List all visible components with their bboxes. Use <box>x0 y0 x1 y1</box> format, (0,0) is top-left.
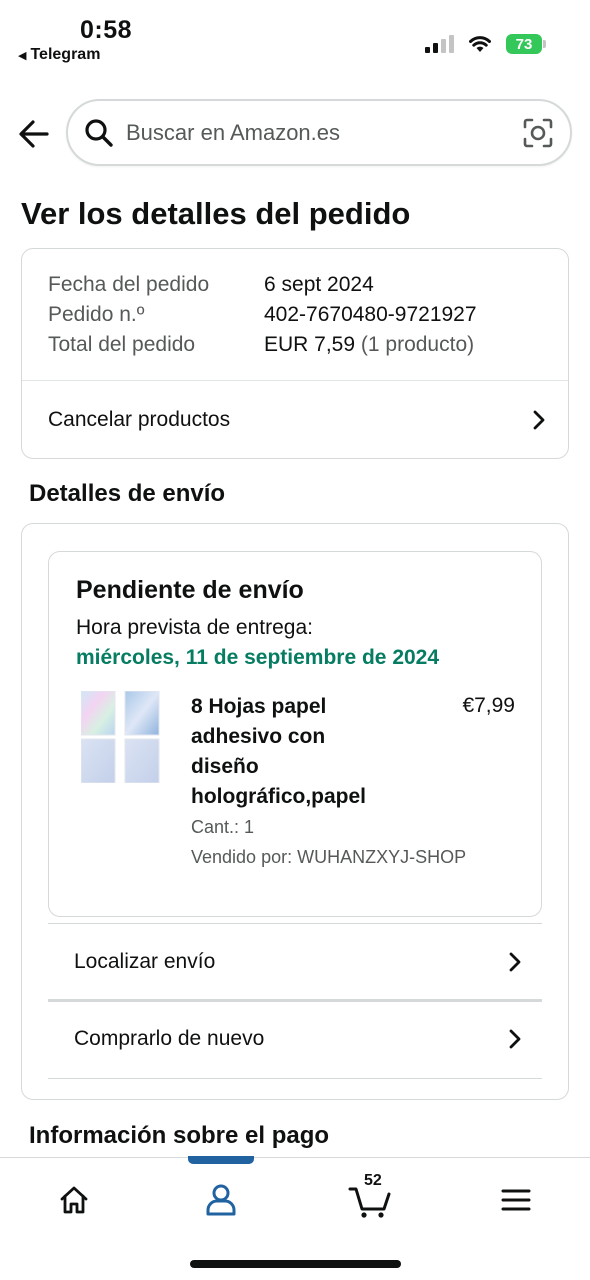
back-arrow-icon[interactable] <box>14 114 54 154</box>
back-app-label: Telegram <box>30 46 101 63</box>
product-price: €7,99 <box>462 694 515 717</box>
shipping-card: Pendiente de envío Hora prevista de entr… <box>21 523 569 1100</box>
buy-again-label: Comprarlo de nuevo <box>74 1026 265 1050</box>
chevron-right-icon <box>509 1029 521 1048</box>
product-quantity: Cant.: 1 <box>191 817 255 837</box>
chevron-right-icon <box>509 952 521 971</box>
cart-count-badge: 52 <box>364 1172 382 1189</box>
battery-icon: 73 <box>506 34 546 54</box>
home-indicator[interactable] <box>190 1260 401 1268</box>
menu-icon <box>501 1189 531 1211</box>
order-total-items: (1 producto) <box>360 333 475 356</box>
track-shipment-label: Localizar envío <box>74 949 216 973</box>
battery-level: 73 <box>515 35 533 53</box>
product-title-line: adhesivo con <box>191 725 326 748</box>
page-title: Ver los detalles del pedido <box>21 196 411 231</box>
order-number-value: 402-7670480-9721927 <box>264 303 477 326</box>
payment-section-title: Información sobre el pago <box>29 1122 330 1149</box>
account-icon <box>206 1184 236 1216</box>
cancel-products-label: Cancelar productos <box>48 408 231 431</box>
order-number-label: Pedido n.º <box>48 303 145 326</box>
active-tab-indicator <box>188 1156 254 1164</box>
product-title-line: diseño <box>191 755 259 778</box>
camera-search-icon[interactable] <box>522 117 554 149</box>
status-time: 0:58 <box>80 16 133 44</box>
nav-menu[interactable] <box>486 1174 546 1226</box>
cancel-products-button[interactable]: Cancelar productos <box>48 381 550 459</box>
order-total-amount: EUR 7,59 <box>264 333 356 356</box>
product-title-line: 8 Hojas papel <box>191 695 327 718</box>
order-date-label: Fecha del pedido <box>48 273 210 296</box>
home-icon <box>60 1186 88 1214</box>
order-number-row: Pedido n.º 402-7670480-9721927 <box>48 303 477 327</box>
shipping-section-title: Detalles de envío <box>29 480 226 507</box>
back-to-app-link[interactable]: ◀ Telegram <box>18 46 100 64</box>
delivery-date: miércoles, 11 de septiembre de 2024 <box>76 646 440 669</box>
search-icon <box>85 118 113 147</box>
order-summary-card: Fecha del pedido 6 sept 2024 Pedido n.º … <box>21 248 569 459</box>
order-total-label: Total del pedido <box>48 333 196 356</box>
wifi-icon <box>469 36 491 52</box>
buy-again-button[interactable]: Comprarlo de nuevo <box>48 999 542 1075</box>
product-title-line: holográfico,papel <box>191 785 367 808</box>
nav-home[interactable] <box>44 1174 104 1226</box>
back-triangle-icon: ◀ <box>18 49 27 62</box>
product-image[interactable] <box>81 691 161 783</box>
product-seller: Vendido por: WUHANZXYJ-SHOP <box>191 847 467 867</box>
status-indicators: 73 <box>425 34 546 54</box>
track-shipment-button[interactable]: Localizar envío <box>48 923 542 999</box>
product-title[interactable]: 8 Hojas papel adhesivo con diseño hologr… <box>191 692 411 812</box>
shipment-status: Pendiente de envío <box>76 576 304 604</box>
search-input[interactable] <box>126 119 522 146</box>
shipment-item-card: Pendiente de envío Hora prevista de entr… <box>48 551 542 917</box>
order-date-row: Fecha del pedido 6 sept 2024 <box>48 273 374 297</box>
order-total-row: Total del pedido EUR 7,59 (1 producto) <box>48 333 474 357</box>
order-total-value: EUR 7,59 (1 producto) <box>264 333 474 357</box>
delivery-label: Hora prevista de entrega: <box>76 616 313 639</box>
cellular-signal-icon <box>425 35 454 53</box>
divider <box>48 1078 542 1079</box>
nav-account[interactable] <box>191 1174 251 1226</box>
chevron-right-icon <box>533 410 545 430</box>
order-date-value: 6 sept 2024 <box>264 273 374 296</box>
search-bar[interactable] <box>66 99 572 166</box>
